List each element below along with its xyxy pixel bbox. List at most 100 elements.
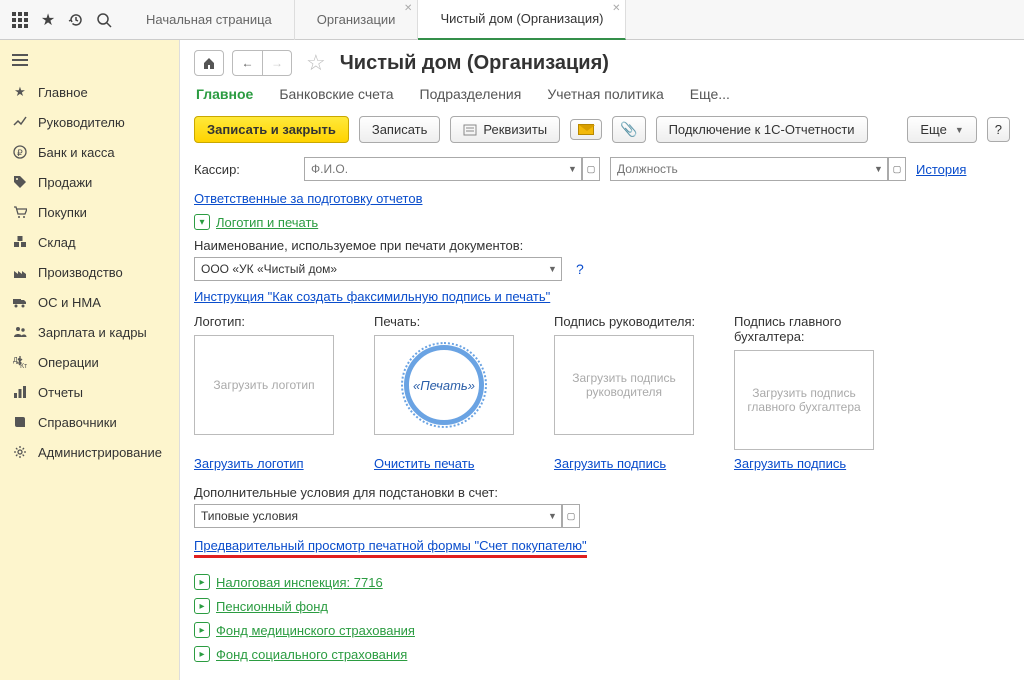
close-icon[interactable]: ✕ [404, 3, 412, 14]
factory-icon [12, 264, 28, 280]
subtab-main[interactable]: Главное [196, 86, 253, 102]
sidebar-item-manager[interactable]: Руководителю [0, 107, 179, 137]
subtab-more[interactable]: Еще... [690, 86, 730, 102]
help-icon[interactable]: ? [576, 261, 584, 277]
tab-organization-detail[interactable]: Чистый дом (Организация)✕ [418, 0, 626, 40]
sidebar-item-admin[interactable]: Администрирование [0, 437, 179, 467]
cashier-input[interactable] [304, 157, 564, 181]
print-name-input[interactable] [194, 257, 544, 281]
expand-icon[interactable]: ▸ [194, 598, 210, 614]
sidebar-item-sales[interactable]: Продажи [0, 167, 179, 197]
logo-placeholder[interactable]: Загрузить логотип [194, 335, 334, 435]
subtabs: Главное Банковские счета Подразделения У… [194, 86, 1010, 102]
paperclip-icon: 📎 [620, 121, 637, 138]
sign2-placeholder[interactable]: Загрузить подпись главного бухгалтера [734, 350, 874, 450]
responsible-reports-link[interactable]: Ответственные за подготовку отчетов [194, 191, 423, 206]
logo-header: Логотип: [194, 314, 344, 329]
subtab-accounting-policy[interactable]: Учетная политика [547, 86, 663, 102]
sidebar-item-bank[interactable]: ₽Банк и касса [0, 137, 179, 167]
sidebar-item-production[interactable]: Производство [0, 257, 179, 287]
star-icon[interactable]: ★ [34, 6, 62, 34]
bars-icon [12, 384, 28, 400]
attach-button[interactable]: 📎 [612, 116, 645, 143]
gear-icon [12, 444, 28, 460]
sidebar-item-warehouse[interactable]: Склад [0, 227, 179, 257]
fax-instruction-link[interactable]: Инструкция "Как создать факсимильную под… [194, 289, 550, 304]
upload-sign1-link[interactable]: Загрузить подпись [554, 456, 704, 471]
back-button[interactable]: ← [232, 50, 262, 76]
sidebar-item-operations[interactable]: ДтКтОперации [0, 347, 179, 377]
subtab-divisions[interactable]: Подразделения [420, 86, 522, 102]
more-button[interactable]: Еще▼ [907, 116, 976, 143]
position-input[interactable] [610, 157, 870, 181]
sidebar: ★Главное Руководителю ₽Банк и касса Прод… [0, 40, 180, 680]
mail-button[interactable] [570, 119, 602, 140]
open-icon[interactable]: ▢ [562, 504, 580, 528]
envelope-icon [578, 124, 594, 135]
sign1-placeholder[interactable]: Загрузить подпись руководителя [554, 335, 694, 435]
cart-icon [12, 204, 28, 220]
subtab-bank-accounts[interactable]: Банковские счета [279, 86, 393, 102]
requisites-button[interactable]: Реквизиты [450, 116, 560, 143]
history-link[interactable]: История [916, 162, 966, 177]
tab-organizations[interactable]: Организации✕ [295, 0, 419, 40]
sidebar-item-assets[interactable]: ОС и НМА [0, 287, 179, 317]
save-close-button[interactable]: Записать и закрыть [194, 116, 349, 143]
stamp-image[interactable]: «Печать» [374, 335, 514, 435]
medical-fund-toggle[interactable]: Фонд медицинского страхования [216, 623, 415, 638]
people-icon [12, 324, 28, 340]
dropdown-icon[interactable]: ▼ [544, 257, 562, 281]
expand-icon[interactable]: ▸ [194, 574, 210, 590]
clear-stamp-link[interactable]: Очистить печать [374, 456, 524, 471]
sidebar-item-reports[interactable]: Отчеты [0, 377, 179, 407]
dropdown-icon[interactable]: ▼ [544, 504, 562, 528]
upload-logo-link[interactable]: Загрузить логотип [194, 456, 344, 471]
sign2-header: Подпись главного бухгалтера: [734, 314, 884, 344]
ruble-icon: ₽ [12, 144, 28, 160]
collapse-icon[interactable]: ▾ [194, 214, 210, 230]
cashier-label: Кассир: [194, 162, 294, 177]
page-title: Чистый дом (Организация) [340, 52, 609, 75]
search-icon[interactable] [90, 6, 118, 34]
dropdown-icon[interactable]: ▼ [870, 157, 888, 181]
dropdown-icon[interactable]: ▼ [564, 157, 582, 181]
extra-conditions-input[interactable] [194, 504, 544, 528]
extra-conditions-label: Дополнительные условия для подстановки в… [194, 485, 1010, 500]
open-icon[interactable]: ▢ [888, 157, 906, 181]
tax-inspection-toggle[interactable]: Налоговая инспекция: 7716 [216, 575, 383, 590]
upload-sign2-link[interactable]: Загрузить подпись [734, 456, 884, 471]
book-icon [12, 414, 28, 430]
star-icon: ★ [12, 84, 28, 100]
connect-1c-button[interactable]: Подключение к 1С-Отчетности [656, 116, 868, 143]
open-icon[interactable]: ▢ [582, 157, 600, 181]
menu-toggle[interactable] [0, 46, 179, 77]
help-button[interactable]: ? [987, 117, 1010, 142]
sidebar-item-main[interactable]: ★Главное [0, 77, 179, 107]
favorite-icon[interactable]: ☆ [306, 50, 326, 76]
close-icon[interactable]: ✕ [612, 3, 620, 14]
transfer-icon: ДтКт [12, 354, 28, 370]
tab-home[interactable]: Начальная страница [124, 0, 295, 40]
sidebar-item-payroll[interactable]: Зарплата и кадры [0, 317, 179, 347]
print-name-label: Наименование, используемое при печати до… [194, 238, 1010, 253]
social-fund-toggle[interactable]: Фонд социального страхования [216, 647, 407, 662]
sidebar-item-purchases[interactable]: Покупки [0, 197, 179, 227]
boxes-icon [12, 234, 28, 250]
home-button[interactable] [194, 50, 224, 76]
sidebar-item-catalogs[interactable]: Справочники [0, 407, 179, 437]
tag-icon [12, 174, 28, 190]
logo-section-toggle[interactable]: Логотип и печать [216, 215, 318, 230]
svg-text:₽: ₽ [17, 148, 23, 158]
sign1-header: Подпись руководителя: [554, 314, 704, 329]
history-icon[interactable] [62, 6, 90, 34]
apps-icon[interactable] [6, 6, 34, 34]
forward-button[interactable]: → [262, 50, 292, 76]
preview-invoice-link[interactable]: Предварительный просмотр печатной формы … [194, 538, 587, 553]
expand-icon[interactable]: ▸ [194, 622, 210, 638]
pension-fund-toggle[interactable]: Пенсионный фонд [216, 599, 328, 614]
truck-icon [12, 294, 28, 310]
svg-text:Кт: Кт [20, 363, 27, 369]
chart-icon [12, 114, 28, 130]
expand-icon[interactable]: ▸ [194, 646, 210, 662]
save-button[interactable]: Записать [359, 116, 441, 143]
